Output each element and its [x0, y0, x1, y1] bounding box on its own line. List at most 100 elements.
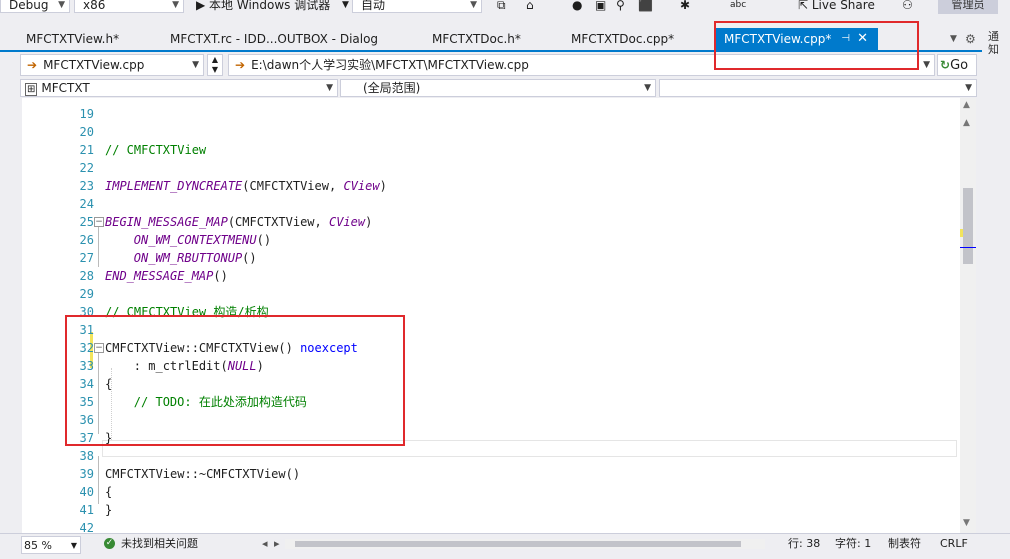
- line-number: 26: [79, 233, 94, 247]
- home-icon[interactable]: ⌂: [526, 0, 534, 13]
- tab-mfctxtdoc-cpp[interactable]: MFCTXTDoc.cpp*: [571, 28, 701, 50]
- code-text: {: [105, 485, 113, 499]
- nav-spinner[interactable]: ▲ ▼: [207, 54, 223, 76]
- tab-mfctxt-rc[interactable]: MFCTXT.rc - IDD...OUTBOX - Dialog: [170, 28, 410, 50]
- tab-label: MFCTXTDoc.h*: [432, 32, 521, 46]
- code-text: IMPLEMENT_DYNCREATE(CMFCTXTView, CView): [105, 179, 387, 193]
- tab-overflow-icon[interactable]: ▼: [950, 28, 957, 50]
- highlight-box-tab: [714, 21, 919, 70]
- go-label: Go: [950, 58, 969, 73]
- line-number: 27: [79, 251, 94, 265]
- column-indicator[interactable]: 字符: 1: [835, 535, 871, 553]
- nav-forward-icon[interactable]: ▸: [274, 535, 280, 553]
- eol-indicator[interactable]: CRLF: [940, 535, 968, 553]
- code-line[interactable]: 23 IMPLEMENT_DYNCREATE(CMFCTXTView, CView…: [22, 177, 960, 195]
- code-line[interactable]: 42: [22, 519, 960, 533]
- live-share-label: Live Share: [811, 0, 875, 12]
- line-number: 41: [79, 503, 94, 517]
- horizontal-scroll-thumb[interactable]: [295, 541, 741, 547]
- search-icon[interactable]: ⚲: [616, 0, 625, 13]
- spell-icon[interactable]: abc: [730, 0, 746, 13]
- tab-label: MFCTXT.rc - IDD...OUTBOX - Dialog: [170, 32, 379, 46]
- code-line[interactable]: 29: [22, 285, 960, 303]
- arrow-icon: ➔: [235, 58, 246, 72]
- status-bar: 85 % ▼ ✓ 未找到相关问题 ◂ ▸ 行: 38 字符: 1 制表符 CRL…: [0, 533, 1010, 559]
- scroll-down-icon[interactable]: ▼: [963, 518, 970, 528]
- vertical-scrollbar[interactable]: ▲ ▲ ▼: [960, 98, 976, 533]
- line-number: 28: [79, 269, 94, 283]
- code-line[interactable]: 39 CMFCTXTView::~CMFCTXTView(): [22, 465, 960, 483]
- collapse-icon[interactable]: −: [94, 217, 104, 227]
- issues-status[interactable]: 未找到相关问题: [121, 535, 198, 553]
- arrow-icon: ➔: [27, 58, 38, 72]
- code-line[interactable]: 38: [22, 447, 960, 465]
- tab-label: MFCTXTView.h*: [26, 32, 120, 46]
- config-value: Debug: [9, 0, 49, 12]
- code-line[interactable]: 24: [22, 195, 960, 213]
- code-line[interactable]: 21 // CMFCTXTView: [22, 141, 960, 159]
- line-number: 21: [79, 143, 94, 157]
- tab-mfctxtview-h[interactable]: MFCTXTView.h*: [26, 28, 151, 50]
- code-line[interactable]: 40 {: [22, 483, 960, 501]
- check-icon: ✓: [104, 538, 115, 549]
- line-number: 19: [79, 107, 94, 121]
- run-label: ▶ 本地 Windows 调试器: [196, 0, 331, 12]
- member-dropdown[interactable]: ▼: [659, 79, 977, 97]
- chevron-down-icon: ▼: [326, 83, 333, 93]
- toolbar-icon[interactable]: ▣: [595, 0, 606, 13]
- share-icon: ⇱: [798, 0, 812, 12]
- notifications-tab[interactable]: 通知: [988, 30, 1002, 56]
- zoom-dropdown[interactable]: 85 % ▼: [21, 536, 81, 554]
- person-icon[interactable]: ⚇: [902, 0, 913, 13]
- start-debug-button[interactable]: ▶ 本地 Windows 调试器: [196, 0, 330, 13]
- admin-badge[interactable]: 管理员: [938, 0, 998, 14]
- go-icon: ↻: [940, 58, 951, 72]
- scope-dropdown[interactable]: (全局范围) ▼: [340, 79, 656, 97]
- run-mode-dropdown[interactable]: 自动 ▼: [352, 0, 482, 13]
- code-text: }: [105, 503, 113, 517]
- code-text: BEGIN_MESSAGE_MAP(CMFCTXTView, CView): [105, 215, 373, 229]
- toolbar-icon[interactable]: ⧉: [497, 0, 506, 13]
- scroll-up-icon[interactable]: ▲: [963, 100, 970, 110]
- gear-icon[interactable]: ⚙: [965, 28, 976, 50]
- code-text: END_MESSAGE_MAP(): [105, 269, 228, 283]
- go-button[interactable]: ↻Go: [937, 54, 977, 76]
- tab-mfctxtdoc-h[interactable]: MFCTXTDoc.h*: [432, 28, 552, 50]
- live-share-button[interactable]: ⇱ Live Share: [798, 0, 875, 13]
- line-number: 23: [79, 179, 94, 193]
- chevron-down-icon: ▼: [58, 0, 65, 10]
- project-dropdown[interactable]: ⊞ MFCTXT ▼: [20, 79, 338, 97]
- toolbar-icon[interactable]: ⬛: [638, 0, 653, 13]
- config-dropdown[interactable]: Debug ▼: [0, 0, 70, 13]
- code-line[interactable]: 20: [22, 123, 960, 141]
- scroll-up-icon[interactable]: ▲: [963, 118, 970, 128]
- scope-value: (全局范围): [363, 81, 421, 95]
- scroll-thumb[interactable]: [963, 188, 973, 264]
- code-line[interactable]: 22: [22, 159, 960, 177]
- zoom-value: 85 %: [24, 539, 52, 552]
- code-line[interactable]: 25− BEGIN_MESSAGE_MAP(CMFCTXTView, CView): [22, 213, 960, 231]
- code-line[interactable]: 26 ON_WM_CONTEXTMENU(): [22, 231, 960, 249]
- chevron-down-icon: ▼: [470, 0, 477, 10]
- toolbar-icon[interactable]: ✱: [680, 0, 690, 13]
- nav-back-icon[interactable]: ◂: [262, 535, 268, 553]
- toolbar-icon[interactable]: ●: [572, 0, 582, 13]
- code-line[interactable]: 28 END_MESSAGE_MAP(): [22, 267, 960, 285]
- platform-dropdown[interactable]: x86 ▼: [74, 0, 184, 13]
- scroll-change-marker: [960, 229, 963, 237]
- line-number: 38: [79, 449, 94, 463]
- horizontal-scrollbar[interactable]: [285, 539, 765, 549]
- tab-label: MFCTXTDoc.cpp*: [571, 32, 675, 46]
- project-name: MFCTXT: [41, 81, 90, 95]
- code-line[interactable]: 41}: [22, 501, 960, 519]
- file-path: E:\dawn个人学习实验\MFCTXT\MFCTXTView.cpp: [251, 58, 529, 72]
- line-number: 29: [79, 287, 94, 301]
- code-line[interactable]: 19: [22, 105, 960, 123]
- chevron-down-icon[interactable]: ▼: [342, 0, 349, 13]
- tabs-indicator[interactable]: 制表符: [888, 535, 921, 553]
- code-line[interactable]: 27 ON_WM_RBUTTONUP(): [22, 249, 960, 267]
- code-text: // CMFCTXTView: [105, 143, 207, 157]
- file-dropdown[interactable]: ➔ MFCTXTView.cpp ▼: [20, 54, 204, 76]
- line-indicator[interactable]: 行: 38: [788, 535, 820, 553]
- run-mode-value: 自动: [361, 0, 386, 12]
